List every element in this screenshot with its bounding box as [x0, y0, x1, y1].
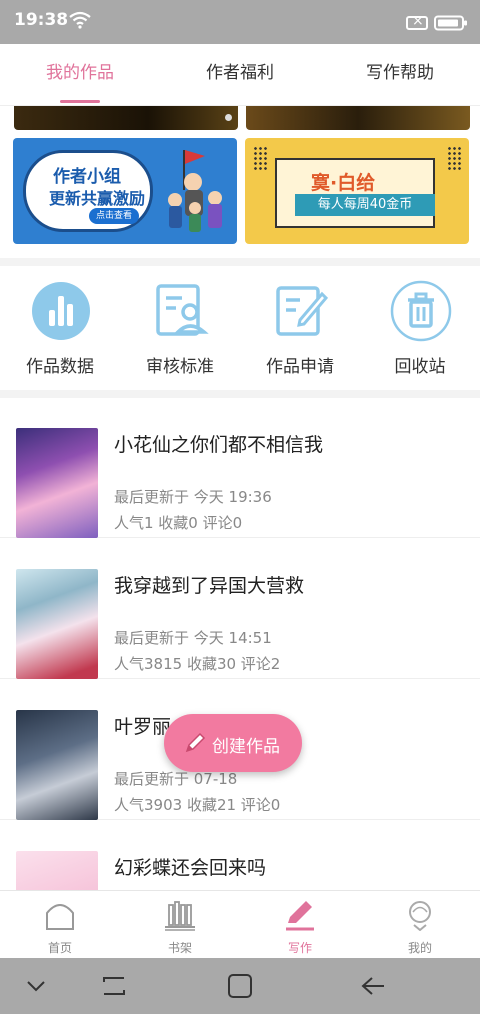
nav-bookshelf[interactable]: 书架 — [120, 891, 240, 958]
apply-icon — [276, 286, 329, 336]
action-label: 回收站 — [394, 357, 446, 377]
bookshelf-icon — [165, 901, 195, 931]
tab-author-benefits[interactable]: 作者福利 — [160, 44, 320, 105]
system-nav-bar — [0, 958, 480, 1014]
nav-profile[interactable]: 我的 — [360, 891, 480, 958]
work-item[interactable]: 小花仙之你们都不相信我 最后更新于 今天 19:36 人气1 收藏0 评论0 — [0, 398, 480, 538]
work-cover — [16, 710, 98, 820]
action-audit-standard[interactable]: 审核标准 — [120, 268, 240, 390]
action-label: 作品数据 — [26, 357, 94, 377]
nav-label: 我的 — [407, 941, 432, 955]
work-stats: 人气3903 收藏21 评论0 — [114, 796, 281, 814]
chevron-down-icon[interactable] — [22, 972, 50, 1000]
banner-top-left[interactable] — [14, 106, 238, 130]
action-recycle-bin[interactable]: 回收站 — [360, 268, 480, 390]
tab-writing-help[interactable]: 写作帮助 — [320, 44, 480, 105]
banner-weekly-coins[interactable]: 寞·白给 每人每周40金币 — [245, 138, 469, 244]
status-time: 19:38 — [14, 10, 69, 30]
home-button-icon[interactable] — [226, 972, 254, 1000]
banner-view-button[interactable]: 点击查看 — [89, 208, 139, 224]
banner-row-scrolled — [0, 106, 480, 132]
nav-home[interactable]: 首页 — [0, 891, 120, 958]
work-item[interactable]: 我穿越到了异国大营救 最后更新于 今天 14:51 人气3815 收藏30 评论… — [0, 539, 480, 679]
nav-label: 写作 — [287, 941, 312, 955]
wifi-icon — [69, 11, 91, 29]
nav-label: 书架 — [167, 941, 192, 955]
carousel-dot — [225, 114, 232, 121]
banner-subtitle: 更新共赢激励 — [49, 189, 146, 208]
work-updated: 最后更新于 今天 19:36 — [114, 488, 272, 506]
action-work-apply[interactable]: 作品申请 — [240, 268, 360, 390]
tab-my-works[interactable]: 我的作品 — [0, 44, 160, 105]
banner-title: 作者小组 — [53, 167, 121, 187]
recents-icon[interactable] — [100, 972, 128, 1000]
trash-icon — [390, 280, 452, 342]
nav-write[interactable]: 写作 — [240, 891, 360, 958]
work-stats: 人气1 收藏0 评论0 — [114, 514, 243, 532]
work-cover — [16, 428, 98, 538]
nav-label: 首页 — [47, 941, 72, 955]
banner-title: 寞·白给 — [311, 172, 376, 194]
work-title: 幻彩蝶还会回来吗 — [114, 857, 267, 879]
banner-author-group[interactable]: 作者小组 更新共赢激励 点击查看 — [13, 138, 237, 244]
create-work-button[interactable]: 创建作品 — [164, 714, 302, 772]
work-stats: 人气3815 收藏30 评论2 — [114, 655, 281, 673]
section-divider — [0, 390, 480, 398]
work-updated: 最后更新于 今天 14:51 — [114, 629, 272, 647]
decor-dots — [447, 146, 463, 172]
banner-top-right[interactable] — [246, 106, 470, 130]
cartoon-people-illustration — [168, 150, 222, 232]
profile-icon — [409, 901, 431, 931]
work-cover — [16, 569, 98, 679]
home-icon — [46, 904, 74, 930]
work-title: 我穿越到了异国大营救 — [114, 575, 305, 597]
bar-chart-icon — [32, 282, 90, 340]
action-label: 审核标准 — [146, 357, 214, 377]
action-work-data[interactable]: 作品数据 — [0, 268, 120, 390]
section-divider — [0, 258, 480, 266]
top-tabs: 我的作品 作者福利 写作帮助 — [0, 44, 480, 106]
audit-standard-icon — [156, 284, 209, 336]
battery-icon — [434, 15, 467, 31]
bottom-nav: 首页 书架 写作 我的 — [0, 890, 480, 958]
status-bar: 19:38 — [0, 0, 480, 44]
work-title: 小花仙之你们都不相信我 — [114, 434, 324, 456]
decor-dots — [253, 146, 269, 172]
banner-subtitle: 每人每周40金币 — [295, 194, 435, 216]
pencil-icon — [185, 732, 206, 753]
action-label: 作品申请 — [266, 357, 334, 377]
quick-actions: 作品数据 审核标准 作品申请 回收站 — [0, 268, 480, 390]
pen-icon — [286, 901, 314, 931]
create-work-label: 创建作品 — [212, 737, 280, 757]
no-sim-icon — [406, 13, 428, 30]
back-icon[interactable] — [358, 972, 386, 1000]
